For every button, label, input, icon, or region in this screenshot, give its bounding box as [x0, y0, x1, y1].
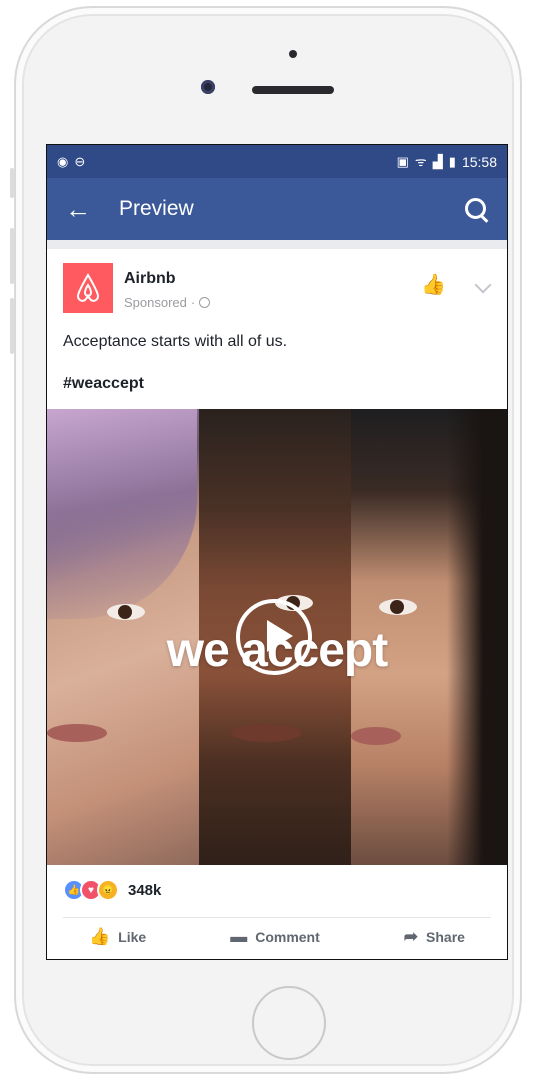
- mute-switch: [10, 168, 14, 198]
- status-time: 15:58: [461, 153, 497, 170]
- share-icon: ➦: [403, 927, 419, 946]
- angry-reaction-icon: 😠: [97, 879, 119, 901]
- comment-label: Comment: [255, 929, 320, 945]
- share-button[interactable]: ➦ Share: [404, 927, 465, 947]
- post-card: Airbnb Sponsored · 👍 Acceptance starts w…: [47, 249, 507, 959]
- like-button[interactable]: 👍 Like: [89, 927, 146, 947]
- chevron-down-icon[interactable]: [474, 276, 492, 294]
- reactions-summary[interactable]: 👍 ♥ 😠 348k: [63, 879, 161, 901]
- comment-icon: ▬: [230, 927, 248, 946]
- comment-button[interactable]: ▬ Comment: [230, 927, 320, 947]
- home-button[interactable]: [252, 986, 326, 1060]
- dot-separator: ·: [190, 295, 196, 310]
- phone-screen: ◉ ⊖ ▣ ᯤ ▟ ▮ 15:58 ← Preview Airbnb Spons…: [46, 144, 508, 960]
- reaction-count: 348k: [128, 881, 162, 899]
- post-hashtag[interactable]: #weaccept: [63, 375, 144, 393]
- sponsored-label: Sponsored: [124, 295, 187, 310]
- post-meta: Sponsored ·: [124, 295, 211, 310]
- airbnb-belo-icon: [76, 272, 100, 302]
- signal-icon: ▟: [432, 154, 443, 169]
- app-bar: ← Preview: [47, 178, 507, 240]
- do-not-disturb-icon: ⊖: [74, 154, 86, 169]
- search-icon[interactable]: [463, 196, 489, 222]
- post-text: Acceptance starts with all of us.: [63, 333, 288, 350]
- volume-up-button: [10, 228, 14, 284]
- action-bar: 👍 Like ▬ Comment ➦ Share: [47, 927, 507, 947]
- play-button-icon[interactable]: [236, 599, 312, 675]
- globe-icon: [199, 297, 211, 308]
- wifi-icon: ᯤ: [414, 154, 427, 169]
- back-arrow-icon[interactable]: ←: [65, 196, 105, 222]
- post-author[interactable]: Airbnb: [124, 270, 176, 288]
- share-label: Share: [426, 929, 465, 945]
- messenger-icon: ◉: [57, 154, 69, 169]
- thumbs-up-icon: 👍: [89, 927, 111, 946]
- divider: [63, 917, 491, 918]
- like-page-icon[interactable]: 👍: [421, 272, 447, 296]
- eye: [379, 599, 417, 615]
- cast-icon: ▣: [396, 154, 409, 169]
- purple-hair: [47, 409, 197, 619]
- status-bar: ◉ ⊖ ▣ ᯤ ▟ ▮ 15:58: [47, 145, 507, 178]
- airbnb-logo[interactable]: [63, 263, 113, 313]
- lips: [351, 727, 401, 745]
- lips: [47, 724, 107, 742]
- proximity-sensor: [289, 50, 297, 58]
- eye: [107, 604, 145, 620]
- like-label: Like: [118, 929, 147, 945]
- earpiece-speaker: [252, 86, 334, 94]
- post-video[interactable]: we accept: [47, 409, 507, 865]
- battery-icon: ▮: [448, 154, 456, 169]
- volume-down-button: [10, 298, 14, 354]
- post-header: Airbnb Sponsored · 👍: [47, 249, 507, 321]
- lips: [231, 724, 301, 742]
- front-camera: [201, 80, 215, 94]
- page-title: Preview: [119, 197, 194, 220]
